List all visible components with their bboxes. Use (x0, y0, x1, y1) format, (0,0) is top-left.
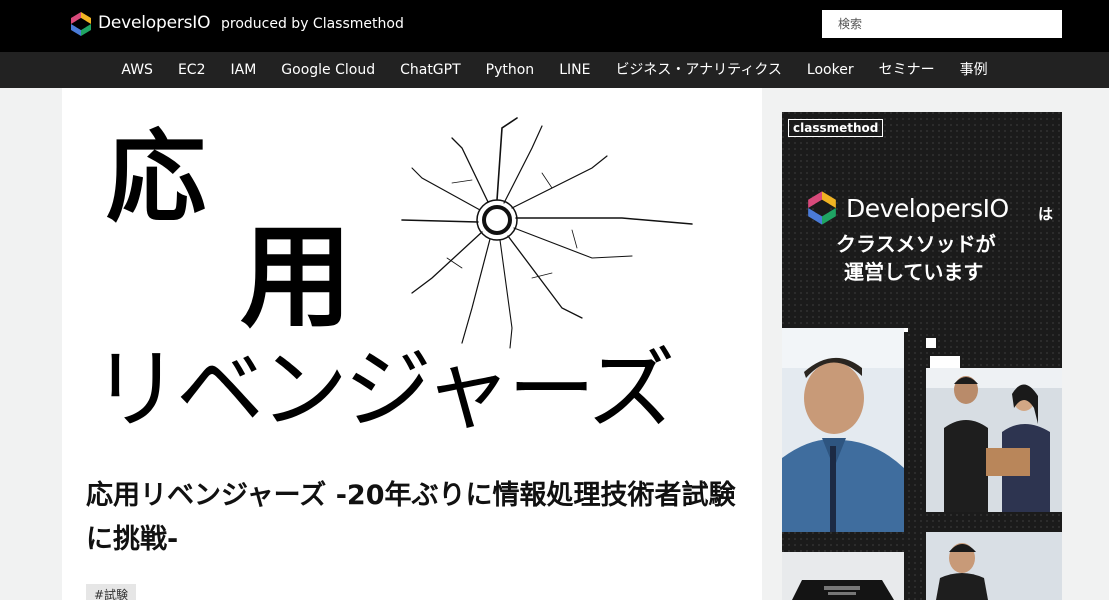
nav-item-business-analytics[interactable]: ビジネス・アナリティクス (603, 52, 794, 88)
category-nav-list: AWS EC2 IAM Google Cloud ChatGPT Python … (0, 52, 1109, 88)
ad-text-line-2: クラスメソッドが (836, 232, 996, 256)
nav-item-case-studies[interactable]: 事例 (947, 52, 1000, 88)
hero-text-line-1: 応 (106, 118, 206, 236)
developersio-logo-icon[interactable] (68, 11, 94, 37)
search-input[interactable] (822, 10, 1062, 38)
article-card: 応 用 リベンジャーズ 応用リベンジャーズ -20年ぶりに情報処理技術者試験に挑… (62, 88, 762, 600)
ad-photo-presenter (926, 532, 1062, 600)
category-nav: AWS EC2 IAM Google Cloud ChatGPT Python … (0, 52, 1109, 88)
site-brand[interactable]: DevelopersIO (98, 12, 210, 34)
nav-item-line[interactable]: LINE (547, 52, 603, 88)
nav-item-chatgpt[interactable]: ChatGPT (388, 52, 474, 88)
ad-photo-man (782, 328, 904, 532)
nav-item-ec2[interactable]: EC2 (165, 52, 218, 88)
ad-text-particle: は (1038, 205, 1054, 223)
ad-photo-award (782, 552, 904, 600)
sidebar-ad-banner[interactable]: classmethod DevelopersIO は クラスメソッドが 運営して… (782, 112, 1062, 600)
broken-glass-icon (401, 117, 693, 349)
nav-item-google-cloud[interactable]: Google Cloud (269, 52, 388, 88)
nav-item-looker[interactable]: Looker (794, 52, 866, 88)
produced-by-text: produced by Classmethod (221, 16, 404, 32)
nav-item-iam[interactable]: IAM (218, 52, 269, 88)
nav-item-seminar[interactable]: セミナー (866, 52, 947, 88)
article-title[interactable]: 応用リベンジャーズ -20年ぶりに情報処理技術者試験に挑戦- (86, 474, 746, 562)
nav-item-aws[interactable]: AWS (109, 52, 166, 88)
site-header: DevelopersIO produced by Classmethod (0, 0, 1109, 52)
ad-text-line-3: 運営しています (844, 260, 984, 284)
ad-brand-text: DevelopersIO (846, 194, 1009, 223)
article-hero-image[interactable]: 応 用 リベンジャーズ (62, 88, 762, 448)
ad-classmethod-badge: classmethod (788, 119, 884, 137)
nav-item-python[interactable]: Python (473, 52, 547, 88)
article-tag[interactable]: #試験 (86, 584, 137, 600)
ad-photo-team (926, 368, 1062, 512)
hero-text-line-2: 用 (240, 212, 352, 343)
ad-developersio-logo-icon (808, 191, 836, 225)
